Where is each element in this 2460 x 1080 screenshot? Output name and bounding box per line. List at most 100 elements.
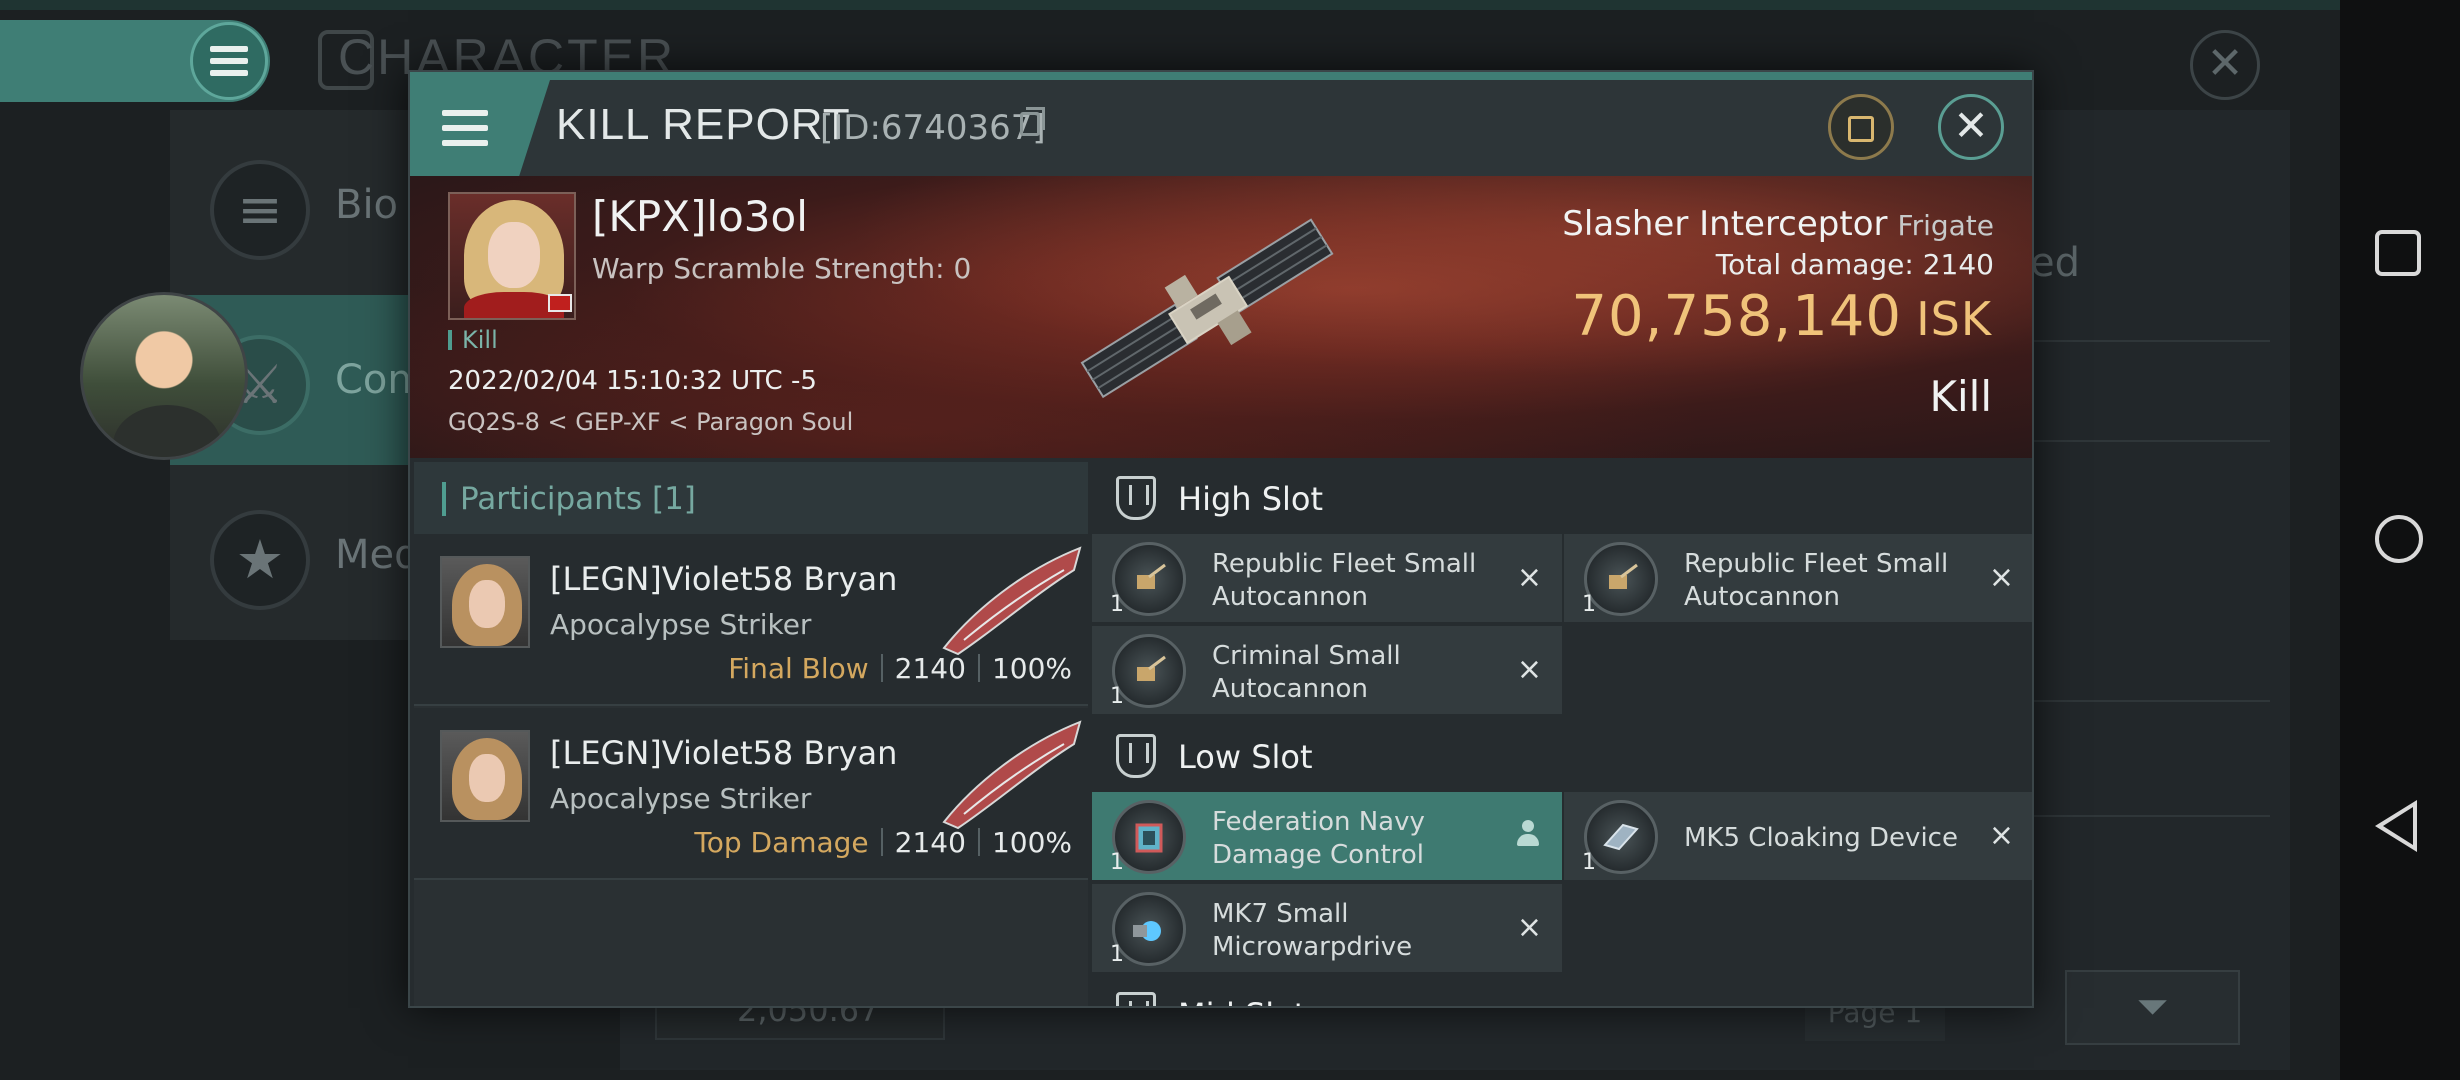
- participant-name: [LEGN]Violet58 Bryan: [550, 734, 898, 772]
- victim-portrait[interactable]: [448, 192, 576, 320]
- module-quantity: 1: [1582, 850, 1596, 875]
- isk-amount: 70,758,140: [1571, 284, 1903, 349]
- module-item[interactable]: 1 MK5 Cloaking Device ×: [1564, 792, 2032, 882]
- module-quantity: 1: [1110, 592, 1124, 617]
- module-name: Republic Fleet Small Autocannon: [1684, 549, 1949, 612]
- slot-title: Mid Slot: [1178, 996, 1306, 1006]
- participants-label: Participants: [460, 481, 643, 517]
- sidebar-item-label: Bio: [335, 182, 399, 228]
- ship-image[interactable]: [1060, 206, 1370, 436]
- participant-stats: Final Blow 2140 100%: [728, 652, 1072, 685]
- destroyed-icon: ×: [1988, 560, 2014, 595]
- participant-percent: 100%: [991, 652, 1072, 685]
- total-damage-value: 2140: [1922, 248, 1994, 281]
- close-button[interactable]: ✕: [1938, 94, 2004, 160]
- divider: [2010, 340, 2270, 342]
- participant-tag: Final Blow: [728, 652, 869, 685]
- menu-icon: [442, 110, 488, 146]
- sidebar-item-label: Med: [335, 532, 420, 578]
- participant-ship-image: [942, 720, 1082, 830]
- filter-icon: ⏷: [2136, 984, 2169, 1030]
- kill-report-dialog: KILL REPORT [ID:6740367] ✕ [KPX]lo3ol Wa…: [408, 70, 2034, 1008]
- share-button[interactable]: [1828, 94, 1894, 160]
- victim-banner: [KPX]lo3ol Warp Scramble Strength: 0 Kil…: [410, 176, 2032, 458]
- kill-timestamp: 2022/02/04 15:10:32 UTC -5: [448, 366, 817, 396]
- low-slot-header: Low Slot: [1092, 720, 2032, 792]
- close-icon: ✕: [1953, 101, 1989, 150]
- warp-scramble-strength: Warp Scramble Strength: 0: [592, 252, 972, 285]
- victim-name[interactable]: [KPX]lo3ol: [592, 192, 808, 241]
- destroyed-icon: ×: [1516, 910, 1542, 945]
- participant-percent: 100%: [991, 826, 1072, 859]
- total-damage: Total damage: 2140: [1716, 248, 1994, 281]
- divider: [2010, 700, 2270, 702]
- ship-class: Frigate: [1897, 209, 1995, 242]
- module-quantity: 1: [1110, 942, 1124, 967]
- kill-location: GQ2S-8 < GEP-XF < Paragon Soul: [448, 408, 854, 436]
- star-badge-icon: ★: [210, 510, 310, 610]
- shield-icon: [1116, 476, 1156, 520]
- module-name: MK7 Small Microwarpdrive: [1212, 899, 1413, 962]
- participant-damage: 2140: [894, 826, 966, 859]
- isk-unit: ISK: [1916, 292, 1992, 346]
- participants-header: Participants [1]: [414, 462, 1088, 534]
- participant-portrait[interactable]: [440, 730, 530, 822]
- module-item-selected[interactable]: 1 Federation Navy Damage Control: [1092, 792, 1562, 882]
- participant-name: [LEGN]Violet58 Bryan: [550, 560, 898, 598]
- filter-button[interactable]: ⏷: [2065, 970, 2240, 1045]
- participant-ship: Apocalypse Striker: [550, 608, 812, 641]
- total-damage-label: Total damage:: [1715, 248, 1914, 281]
- list-icon: ≡: [210, 160, 310, 260]
- participant-ship: Apocalypse Striker: [550, 782, 812, 815]
- recent-apps-icon[interactable]: [2375, 230, 2421, 276]
- module-quantity: 1: [1110, 684, 1124, 709]
- destroyed-icon: ×: [1516, 652, 1542, 687]
- floating-avatar[interactable]: [80, 292, 248, 460]
- participant-row[interactable]: [LEGN]Violet58 Bryan Apocalypse Striker …: [414, 534, 1088, 706]
- module-item[interactable]: 1 Republic Fleet Small Autocannon ×: [1564, 534, 2032, 624]
- close-icon[interactable]: ✕: [2190, 30, 2260, 100]
- kill-result: Kill: [1929, 372, 1992, 421]
- module-quantity: 1: [1110, 850, 1124, 875]
- participant-stats: Top Damage 2140 100%: [694, 826, 1072, 859]
- participant-ship-image: [942, 546, 1082, 656]
- slot-title: High Slot: [1178, 480, 1324, 518]
- top-accent-line: [0, 0, 2340, 10]
- participant-row[interactable]: [LEGN]Violet58 Bryan Apocalypse Striker …: [414, 708, 1088, 880]
- kill-tag: Kill: [448, 328, 498, 352]
- background-label: ed: [2030, 240, 2080, 286]
- mid-slot-header: Mid Slot: [1092, 978, 2032, 1006]
- participant-portrait[interactable]: [440, 556, 530, 648]
- home-icon[interactable]: [2375, 515, 2423, 563]
- participant-damage: 2140: [894, 652, 966, 685]
- participants-count: [1]: [651, 481, 696, 517]
- module-name: Federation Navy Damage Control: [1212, 807, 1425, 870]
- share-icon: [1848, 116, 1874, 142]
- module-item[interactable]: 1 Criminal Small Autocannon ×: [1092, 626, 1562, 716]
- divider: [2010, 815, 2270, 817]
- isk-value: 70,758,140 ISK: [1571, 284, 1992, 349]
- module-item[interactable]: 1 MK7 Small Microwarpdrive ×: [1092, 884, 1562, 974]
- module-quantity: 1: [1582, 592, 1596, 617]
- module-name: MK5 Cloaking Device: [1684, 823, 1958, 853]
- participants-title: Participants [1]: [442, 482, 696, 516]
- shield-icon: [1116, 992, 1156, 1006]
- dialog-title: KILL REPORT: [556, 100, 851, 149]
- shield-icon: [1116, 734, 1156, 778]
- dropped-person-icon: [1516, 820, 1540, 850]
- destroyed-icon: ×: [1988, 818, 2014, 853]
- module-name: Criminal Small Autocannon: [1212, 641, 1401, 704]
- module-name: Republic Fleet Small Autocannon: [1212, 549, 1477, 612]
- back-icon[interactable]: [2375, 800, 2417, 852]
- fitting-panel: High Slot 1 Republic Fleet Small Autocan…: [1092, 462, 2032, 1006]
- copy-icon[interactable]: [1020, 107, 1045, 136]
- ship-name-label: Slasher Interceptor: [1562, 204, 1888, 244]
- main-menu-button[interactable]: [190, 22, 268, 100]
- module-item[interactable]: 1 Republic Fleet Small Autocannon ×: [1092, 534, 1562, 624]
- corp-badge-icon: [548, 294, 572, 312]
- divider: [2010, 440, 2270, 442]
- ship-name: Slasher Interceptor Frigate: [1562, 204, 1994, 244]
- menu-icon: [210, 46, 248, 76]
- kill-report-id: [ID:6740367]: [820, 108, 1046, 148]
- participants-panel: Participants [1] [LEGN]Violet58 Bryan Ap…: [414, 462, 1088, 1006]
